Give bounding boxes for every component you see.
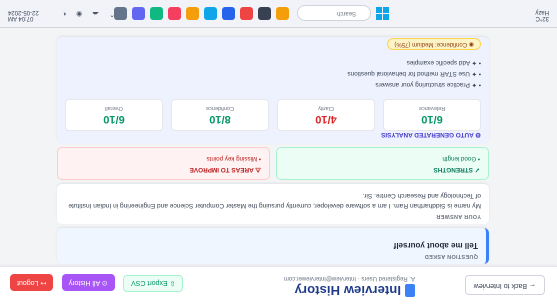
app-icon[interactable]: [258, 7, 271, 20]
strengths-heading: ✓ STRENGTHS: [433, 166, 480, 173]
clock-time: 07:04 AM: [8, 15, 34, 21]
weather-temp: 32°C: [535, 15, 549, 21]
score-label: Overall: [105, 105, 123, 111]
recommendation-item: • ✦ Practice structuring your answers: [375, 81, 481, 88]
score-value: 8/10: [209, 113, 231, 125]
header-actions: ⇩ Export CSV ⊙ All History ↦ Logout: [10, 274, 187, 294]
title-block: Interview History A. Registered Users · …: [284, 275, 415, 298]
history-icon: [405, 284, 415, 297]
answer-text: My name is Siddharthan Ram. I am a softw…: [68, 192, 481, 209]
strengths-panel: ✓ STRENGTHS • Good length: [276, 147, 489, 180]
vscode-icon[interactable]: [150, 7, 163, 20]
logout-button[interactable]: ↦ Logout: [10, 274, 54, 291]
folder-icon[interactable]: [186, 7, 199, 20]
answer-label: YOUR ANSWER: [436, 213, 481, 219]
page-title: Interview History: [284, 283, 415, 298]
score-label: Relevance: [418, 105, 446, 111]
recommendation-item: • ✦ Use STAR method for behavioral quest…: [347, 70, 481, 77]
all-history-button[interactable]: ⊙ All History: [61, 274, 115, 291]
system-tray[interactable]: ⌃ ☁ ◉ ◐: [58, 10, 115, 18]
weather-widget[interactable]: 32°C Hazy: [535, 9, 549, 21]
recommendations-list: • ✦ Practice structuring your answers • …: [65, 59, 481, 92]
page-subtitle: A. Registered Users · Interview@Intervie…: [283, 275, 415, 281]
windows-start-icon[interactable]: [376, 7, 389, 20]
back-to-interview-button[interactable]: ← Back to Interview: [464, 275, 545, 295]
score-value: 6/10: [103, 113, 125, 125]
score-clarity: 4/10 Clarity: [277, 99, 375, 131]
taskbar-search-input[interactable]: Search: [297, 5, 371, 21]
settings-icon[interactable]: [114, 7, 127, 20]
score-label: Confidence: [205, 105, 235, 111]
clock-date: 22-05-2024: [8, 9, 39, 15]
analysis-card: ⚙ AUTO GENERATED ANALYSIS 6/10 Relevance…: [57, 37, 489, 144]
clock[interactable]: 07:04 AM 22-05-2024: [8, 9, 39, 21]
weaknesses-panel: ⚠ AREAS TO IMPROVE • Missing key points: [57, 147, 270, 180]
app-header: ← Back to Interview Interview History A.…: [0, 266, 557, 304]
page-title-text: Interview History: [294, 283, 401, 298]
store-icon[interactable]: [222, 7, 235, 20]
confidence-badge: ◉ Confidence: Medium (75%): [387, 38, 481, 50]
recommendation-item: • ✦ Add specific examples: [406, 59, 481, 66]
strength-item: • Good length: [442, 155, 480, 162]
weather-label: Hazy: [535, 9, 549, 15]
edge-icon[interactable]: [204, 7, 217, 20]
score-confidence: 8/10 Confidence: [171, 99, 269, 131]
os-taskbar: 32°C Hazy Search ⌃ ☁ ◉ ◐ 07:04 AM 22-05-…: [0, 0, 557, 28]
analysis-title: ⚙ AUTO GENERATED ANALYSIS: [381, 131, 481, 138]
weakness-item: • Missing key points: [206, 155, 261, 162]
screenshot-stage: ← Back to Interview Interview History A.…: [0, 0, 557, 304]
question-text: Tell me about yourself: [393, 241, 478, 250]
score-row: 6/10 Relevance 4/10 Clarity 8/10 Confide…: [65, 99, 481, 131]
export-csv-button[interactable]: ⇩ Export CSV: [123, 275, 184, 292]
app-page: ← Back to Interview Interview History A.…: [0, 0, 557, 304]
score-label: Clarity: [318, 105, 334, 111]
score-overall: 6/10 Overall: [65, 99, 163, 131]
media-icon[interactable]: [132, 7, 145, 20]
weaknesses-heading: ⚠ AREAS TO IMPROVE: [189, 166, 261, 173]
question-label: QUESTION ASKED: [424, 253, 478, 259]
score-relevance: 6/10 Relevance: [383, 99, 481, 131]
score-value: 4/10: [315, 113, 337, 125]
answer-card: YOUR ANSWER My name is Siddharthan Ram. …: [57, 184, 489, 224]
chrome-icon[interactable]: [168, 7, 181, 20]
score-value: 6/10: [421, 113, 443, 125]
browser-icon[interactable]: [240, 7, 253, 20]
question-card: QUESTION ASKED Tell me about yourself: [57, 228, 489, 264]
file-explorer-icon[interactable]: [276, 7, 289, 20]
